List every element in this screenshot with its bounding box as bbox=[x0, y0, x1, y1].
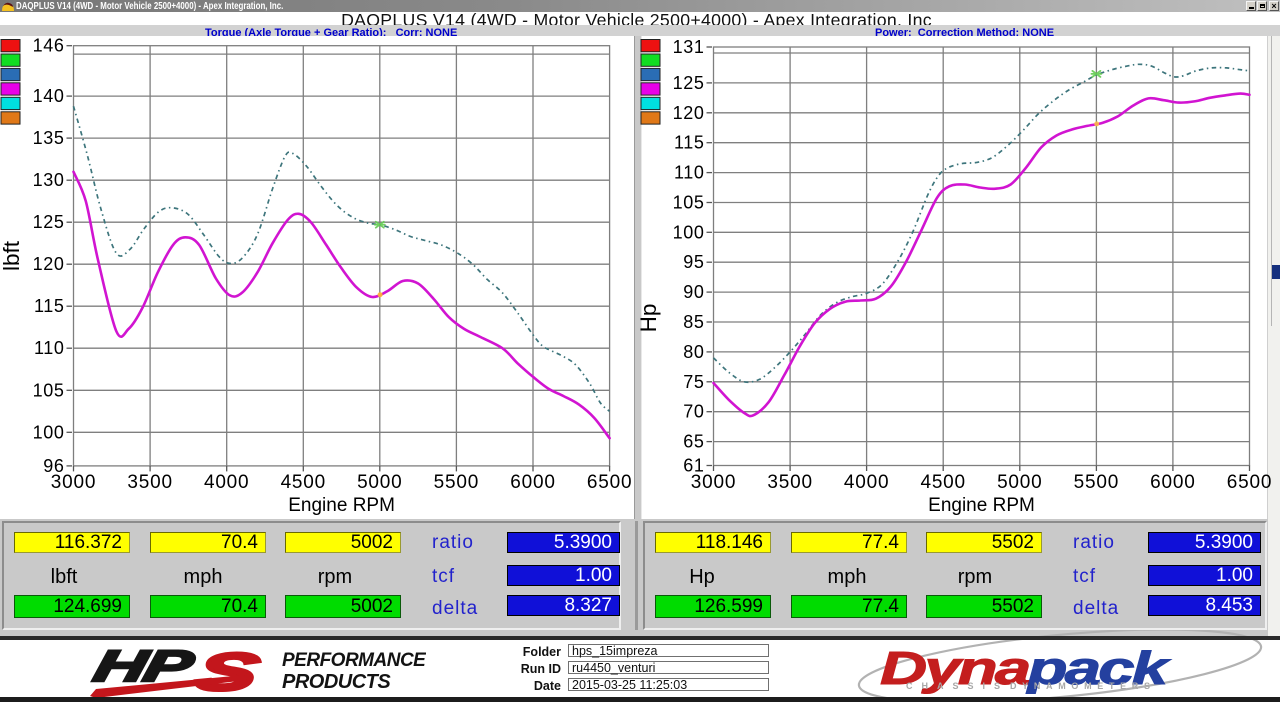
svg-text:PERFORMANCE: PERFORMANCE bbox=[282, 650, 426, 671]
svg-text:S: S bbox=[190, 642, 264, 697]
svg-text:PRODUCTS: PRODUCTS bbox=[282, 671, 391, 693]
